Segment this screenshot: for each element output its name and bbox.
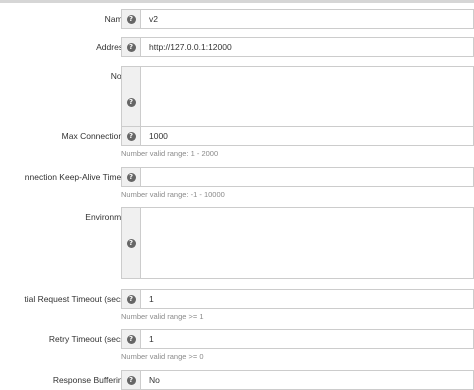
keepalive-input[interactable]: [140, 167, 474, 187]
keepalive-help-text: Number valid range: -1 - 10000: [121, 190, 225, 199]
initial-request-timeout-input[interactable]: 1: [140, 289, 474, 309]
max-connections-input[interactable]: 1000: [140, 126, 474, 146]
response-buffering-select[interactable]: No: [140, 370, 474, 390]
retry-timeout-help-text: Number valid range >= 0: [121, 352, 204, 361]
environment-textarea[interactable]: [140, 207, 474, 279]
retry-timeout-input[interactable]: 1: [140, 329, 474, 349]
retry-timeout-help-addon[interactable]: ?: [121, 329, 141, 349]
name-help-addon[interactable]: ?: [121, 9, 141, 29]
question-circle-icon: ?: [126, 238, 136, 248]
question-circle-icon: ?: [126, 172, 136, 182]
initial-request-timeout-help-addon[interactable]: ?: [121, 289, 141, 309]
max-connections-help-addon[interactable]: ?: [121, 126, 141, 146]
address-input[interactable]: http://127.0.0.1:12000: [140, 37, 474, 57]
keepalive-help-addon[interactable]: ?: [121, 167, 141, 187]
response-buffering-help-addon[interactable]: ?: [121, 370, 141, 390]
initial-request-timeout-label: tial Request Timeout (secs) *: [24, 294, 133, 304]
name-input[interactable]: v2: [140, 9, 474, 29]
max-connections-help-text: Number valid range: 1 - 2000: [121, 149, 219, 158]
question-circle-icon: ?: [126, 131, 136, 141]
address-help-addon[interactable]: ?: [121, 37, 141, 57]
initial-request-timeout-help-text: Number valid range >= 1: [121, 312, 204, 321]
question-circle-icon: ?: [126, 375, 136, 385]
question-circle-icon: ?: [126, 334, 136, 344]
question-circle-icon: ?: [126, 97, 136, 107]
top-divider: [0, 0, 474, 3]
keepalive-label: nnection Keep-Alive Timeout: [24, 172, 133, 182]
question-circle-icon: ?: [126, 294, 136, 304]
environment-help-addon[interactable]: ?: [121, 207, 141, 279]
question-circle-icon: ?: [126, 42, 136, 52]
question-circle-icon: ?: [126, 14, 136, 24]
